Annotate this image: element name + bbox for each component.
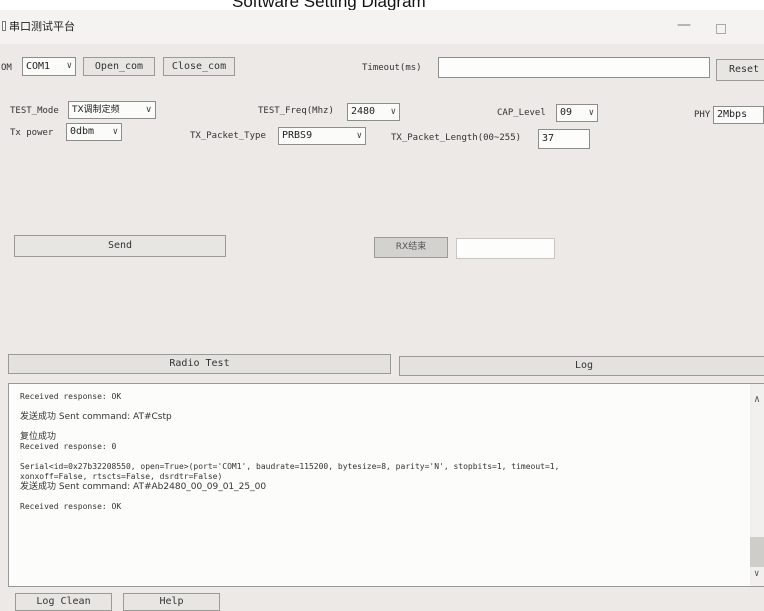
log-line: Received response: 0 bbox=[20, 442, 117, 451]
cap-level-label: CAP_Level bbox=[497, 108, 546, 118]
tab-radio-test[interactable]: Radio Test bbox=[8, 354, 391, 374]
test-mode-label: TEST_Mode bbox=[10, 106, 59, 116]
tx-power-value: 0dbm bbox=[70, 126, 95, 137]
chevron-down-icon: ∨ bbox=[112, 127, 118, 137]
log-line: Received response: OK bbox=[20, 392, 122, 401]
log-line: 发送成功 Sent command: AT#Cstp bbox=[20, 412, 172, 422]
cap-level-select[interactable]: 09 ∨ bbox=[556, 104, 598, 122]
reset-button[interactable]: Reset bbox=[716, 59, 764, 81]
chevron-up-icon[interactable]: ∧ bbox=[754, 394, 760, 405]
maximize-button[interactable] bbox=[716, 24, 726, 34]
chevron-down-icon: ∨ bbox=[66, 61, 72, 71]
send-button[interactable]: Send bbox=[14, 235, 226, 257]
chevron-down-icon: ∨ bbox=[588, 108, 594, 118]
phy-value: 2Mbps bbox=[717, 109, 748, 120]
close-com-button[interactable]: Close_com bbox=[163, 57, 235, 76]
log-clean-button[interactable]: Log Clean bbox=[15, 593, 112, 611]
log-line: xonxoff=False, rtscts=False, dsrdtr=Fals… bbox=[20, 472, 223, 481]
log-line: 复位成功 bbox=[20, 432, 57, 442]
test-freq-value: 2480 bbox=[351, 106, 376, 117]
caption-text: Software Setting Diagram bbox=[232, 0, 426, 10]
tx-packet-type-select[interactable]: PRBS9 ∨ bbox=[278, 127, 366, 145]
minimize-button[interactable]: — bbox=[674, 18, 694, 34]
test-freq-select[interactable]: 2480 ∨ bbox=[347, 103, 400, 121]
tx-packet-length-label: TX_Packet_Length(00~255) bbox=[391, 133, 522, 143]
test-mode-select[interactable]: TX调制定频 ∨ bbox=[68, 101, 156, 119]
tx-power-select[interactable]: 0dbm ∨ bbox=[66, 123, 122, 141]
test-freq-label: TEST_Freq(Mhz) bbox=[258, 106, 334, 116]
phy-label: PHY bbox=[694, 110, 711, 120]
log-scrollbar-thumb[interactable] bbox=[750, 537, 764, 567]
log-line: Received response: OK bbox=[20, 502, 122, 511]
log-line: Serial<id=0x27b32208550, open=True>(port… bbox=[20, 462, 560, 471]
chevron-down-icon: ∨ bbox=[356, 131, 362, 141]
window-app-icon bbox=[2, 21, 6, 31]
timeout-label: Timeout(ms) bbox=[362, 63, 422, 73]
test-mode-value: TX调制定频 bbox=[72, 105, 120, 115]
tx-packet-type-label: TX_Packet_Type bbox=[190, 131, 266, 141]
cap-level-value: 09 bbox=[560, 107, 573, 118]
tx-packet-length-input[interactable]: 37 bbox=[538, 129, 590, 149]
log-lines: Received response: OK 发送成功 Sent command:… bbox=[20, 392, 740, 512]
chevron-down-icon[interactable]: ∨ bbox=[754, 569, 759, 579]
timeout-input[interactable] bbox=[438, 57, 710, 78]
footer-bar bbox=[0, 587, 764, 607]
chevron-down-icon: ∨ bbox=[390, 107, 396, 117]
com-port-value: COM1 bbox=[26, 61, 51, 72]
log-output[interactable]: Received response: OK 发送成功 Sent command:… bbox=[8, 383, 764, 587]
com-label: OM bbox=[1, 63, 12, 73]
title-bar bbox=[0, 10, 764, 44]
tx-power-label: Tx power bbox=[10, 128, 54, 138]
tx-packet-type-value: PRBS9 bbox=[282, 130, 313, 141]
com-port-select[interactable]: COM1 ∨ bbox=[22, 57, 76, 76]
window-title: 串口测试平台 bbox=[9, 20, 75, 33]
rx-result-input[interactable] bbox=[456, 238, 555, 259]
log-line: 发送成功 Sent command: AT#Ab2480_00_09_01_25… bbox=[20, 482, 267, 492]
help-button[interactable]: Help bbox=[123, 593, 220, 611]
phy-select[interactable]: 2Mbps bbox=[713, 106, 764, 124]
tab-log[interactable]: Log bbox=[399, 356, 764, 376]
open-com-button[interactable]: Open_com bbox=[83, 57, 155, 76]
rx-end-button[interactable]: RX结束 bbox=[374, 237, 448, 258]
image-caption: Software Setting Diagram bbox=[0, 0, 764, 10]
chevron-down-icon: ∨ bbox=[145, 105, 152, 115]
